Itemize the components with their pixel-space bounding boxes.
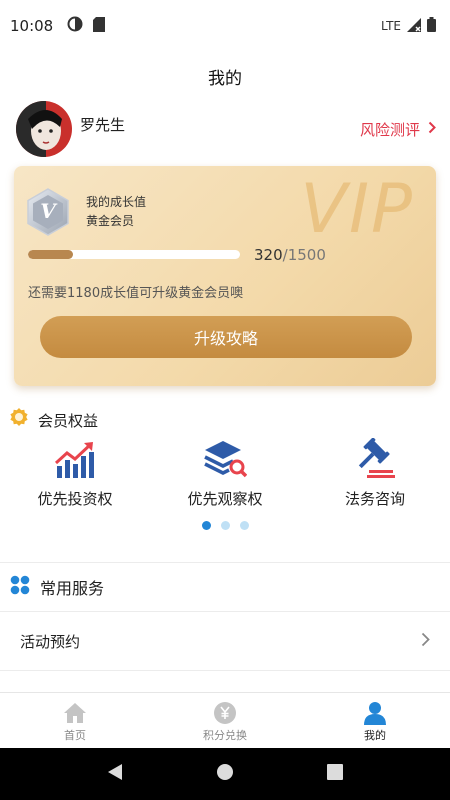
pager-dots xyxy=(0,521,450,530)
pager-dot[interactable] xyxy=(220,521,230,530)
page-title: 我的 xyxy=(208,69,242,89)
bottom-tab-bar: 首页 积分兑换 我的 xyxy=(0,692,450,747)
tab-label: 我的 xyxy=(364,729,386,742)
home-icon xyxy=(63,701,87,725)
sd-card-icon xyxy=(93,16,106,36)
divider xyxy=(0,562,450,563)
home-circle-icon[interactable] xyxy=(216,763,234,785)
progress-text: 320/1500 xyxy=(254,246,326,264)
tab-label: 首页 xyxy=(64,729,86,742)
medal-icon xyxy=(10,408,28,432)
chevron-right-icon xyxy=(428,120,436,138)
user-row: 罗先生 风险测评 xyxy=(16,100,436,158)
growth-chart-icon xyxy=(53,438,97,482)
vip-watermark: VIP xyxy=(300,170,414,249)
battery-icon xyxy=(427,17,436,35)
avatar[interactable] xyxy=(16,101,72,157)
layers-search-icon xyxy=(203,438,248,482)
pager-dot[interactable] xyxy=(201,521,211,530)
status-bar: 10:08 LTE xyxy=(0,0,450,52)
system-nav-bar xyxy=(0,748,450,800)
vip-badge-icon: V xyxy=(26,188,70,236)
pager-dot[interactable] xyxy=(239,521,249,530)
service-item-event-booking[interactable]: 活动预约 xyxy=(0,612,450,670)
gavel-icon xyxy=(353,437,397,482)
benefit-label: 优先观察权 xyxy=(187,490,263,508)
back-icon[interactable] xyxy=(107,763,123,785)
growth-label: 我的成长值 xyxy=(86,195,147,209)
benefits-row: 优先投资权 优先观察权 法务咨询 xyxy=(0,437,450,509)
tier-name: 黄金会员 xyxy=(86,214,135,228)
services-header: 常用服务 xyxy=(10,575,104,599)
services-title: 常用服务 xyxy=(40,579,105,598)
status-left-icons xyxy=(67,16,106,36)
growth-progress-bar xyxy=(28,250,240,259)
tab-label: 积分兑换 xyxy=(203,729,247,742)
risk-assessment-label: 风险测评 xyxy=(359,120,420,139)
benefit-label: 优先投资权 xyxy=(37,490,113,508)
benefits-header: 会员权益 xyxy=(10,408,98,432)
benefit-label: 法务咨询 xyxy=(344,490,405,508)
benefit-priority-observation[interactable]: 优先观察权 xyxy=(150,438,300,509)
data-saver-icon xyxy=(67,16,83,36)
recents-icon[interactable] xyxy=(327,764,344,784)
tab-mine[interactable]: 我的 xyxy=(300,693,450,747)
upgrade-hint: 还需要1180成长值可升级黄金会员噢 xyxy=(28,286,244,301)
person-icon xyxy=(363,701,387,725)
growth-progress-fill xyxy=(28,250,74,259)
vip-card: VIP V 我的成长值 黄金会员 320/1500 还需要1180成长值可升级黄… xyxy=(14,166,436,386)
upgrade-guide-button[interactable]: 升级攻略 xyxy=(40,316,412,358)
benefits-title: 会员权益 xyxy=(38,411,99,430)
service-label: 活动预约 xyxy=(20,632,81,651)
progress-total: /1500 xyxy=(282,246,326,264)
tab-home[interactable]: 首页 xyxy=(0,693,150,747)
risk-assessment-link[interactable]: 风险测评 xyxy=(360,119,436,140)
username: 罗先生 xyxy=(80,115,126,134)
badge-letter: V xyxy=(40,199,56,223)
chevron-right-icon xyxy=(421,632,430,651)
network-type: LTE xyxy=(381,19,401,33)
progress-current: 320 xyxy=(254,246,283,264)
tab-points-exchange[interactable]: 积分兑换 xyxy=(150,693,300,747)
status-right: LTE xyxy=(381,17,436,35)
status-time: 10:08 xyxy=(10,17,54,35)
benefit-legal-consult[interactable]: 法务咨询 xyxy=(300,437,450,509)
benefit-priority-investment[interactable]: 优先投资权 xyxy=(0,438,150,509)
grid-icon xyxy=(10,575,30,599)
signal-icon xyxy=(407,17,421,35)
yen-coin-icon xyxy=(213,701,237,725)
divider xyxy=(0,670,450,671)
